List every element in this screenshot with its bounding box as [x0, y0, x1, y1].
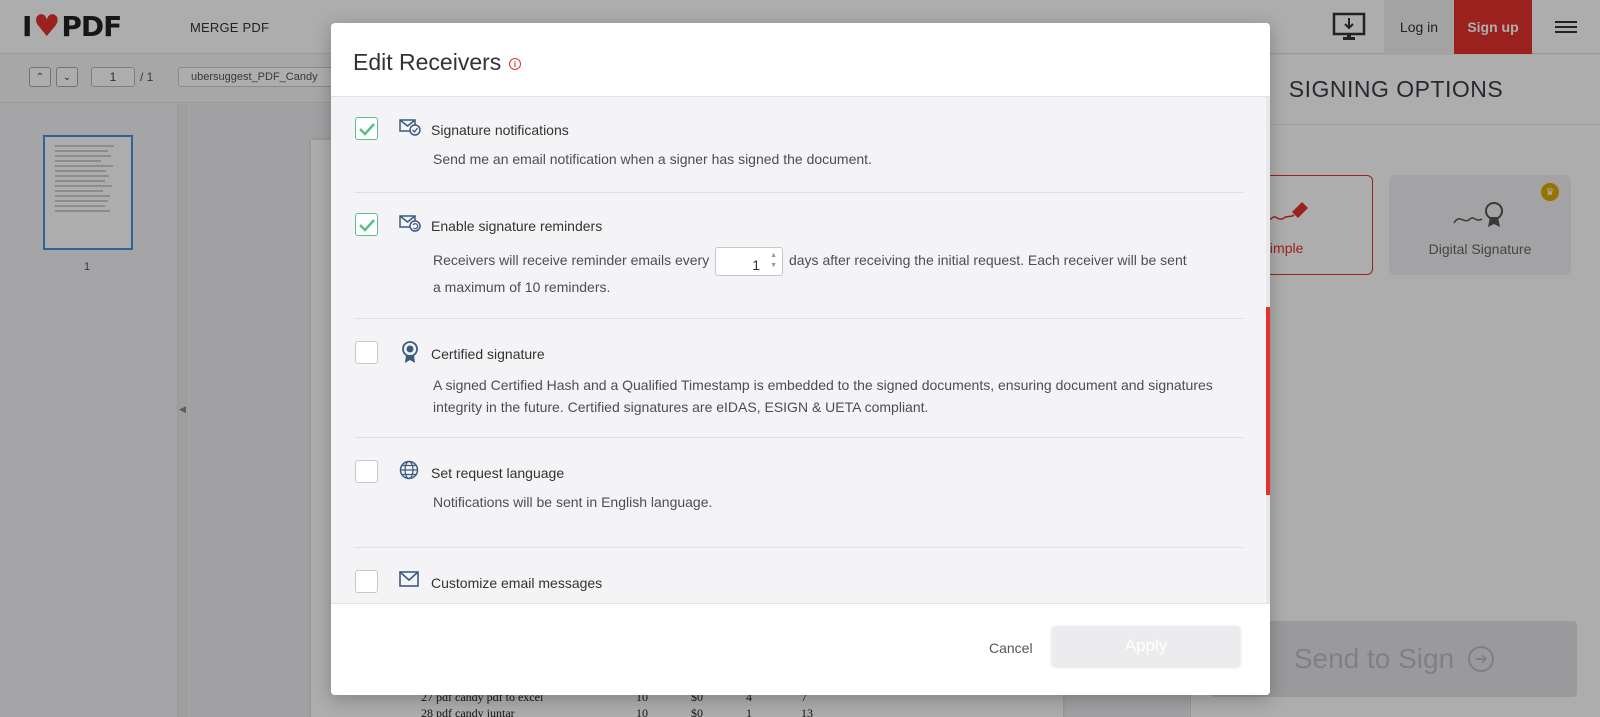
- ribbon-icon: [399, 340, 421, 363]
- option-description: A signed Certified Hash and a Qualified …: [433, 377, 1213, 415]
- globe-icon: [399, 460, 421, 482]
- spinner-arrows-icon[interactable]: ▲ ▼: [770, 251, 777, 271]
- option-customize-email: Customize email messages: [355, 548, 1243, 603]
- apply-button[interactable]: Apply: [1052, 626, 1240, 666]
- info-icon[interactable]: i: [509, 58, 521, 70]
- modal-footer: Cancel Apply: [331, 603, 1270, 695]
- mail-refresh-icon: [399, 213, 421, 235]
- option-request-language: Set request language Notifications will …: [355, 438, 1243, 548]
- cancel-button[interactable]: Cancel: [989, 640, 1033, 656]
- option-description: Receivers will receive reminder emails e…: [433, 247, 1233, 298]
- checkmark-icon: [358, 218, 375, 232]
- mail-check-icon: [399, 117, 421, 139]
- option-label: Customize email messages: [431, 575, 603, 591]
- reminder-text-before: Receivers will receive reminder emails e…: [433, 252, 710, 269]
- option-label: Set request language: [431, 465, 565, 481]
- reminder-text-line2: a maximum of 10 reminders.: [433, 279, 611, 295]
- option-label: Enable signature reminders: [431, 218, 603, 234]
- reminder-text-after: days after receiving the initial request…: [788, 252, 1187, 269]
- option-certified-signature: Certified signature A signed Certified H…: [355, 319, 1243, 438]
- checkmark-icon: [358, 122, 375, 136]
- envelope-icon: [399, 571, 421, 593]
- option-signature-notifications: Signature notifications Send me an email…: [355, 97, 1243, 193]
- signature-notifications-checkbox[interactable]: [355, 117, 378, 140]
- option-label: Signature notifications: [431, 122, 569, 138]
- option-description: Send me an email notification when a sig…: [433, 151, 872, 167]
- modal-body: Signature notifications Send me an email…: [331, 97, 1270, 603]
- certified-signature-checkbox[interactable]: [355, 341, 378, 364]
- modal-header: Edit Receivers i: [331, 23, 1270, 97]
- customize-email-checkbox[interactable]: [355, 570, 378, 593]
- request-language-checkbox[interactable]: [355, 460, 378, 483]
- option-label: Certified signature: [431, 346, 545, 362]
- option-signature-reminders: Enable signature reminders Receivers wil…: [355, 193, 1243, 319]
- reminder-days-value: 1: [752, 257, 761, 273]
- option-description: Notifications will be sent in English la…: [433, 494, 713, 510]
- reminder-days-stepper[interactable]: 1 ▲ ▼: [715, 247, 784, 276]
- edit-receivers-modal: Edit Receivers i Signature notifications…: [331, 23, 1270, 695]
- scrollbar-thumb[interactable]: [1266, 307, 1270, 495]
- modal-title: Edit Receivers: [353, 49, 502, 75]
- signature-reminders-checkbox[interactable]: [355, 213, 378, 236]
